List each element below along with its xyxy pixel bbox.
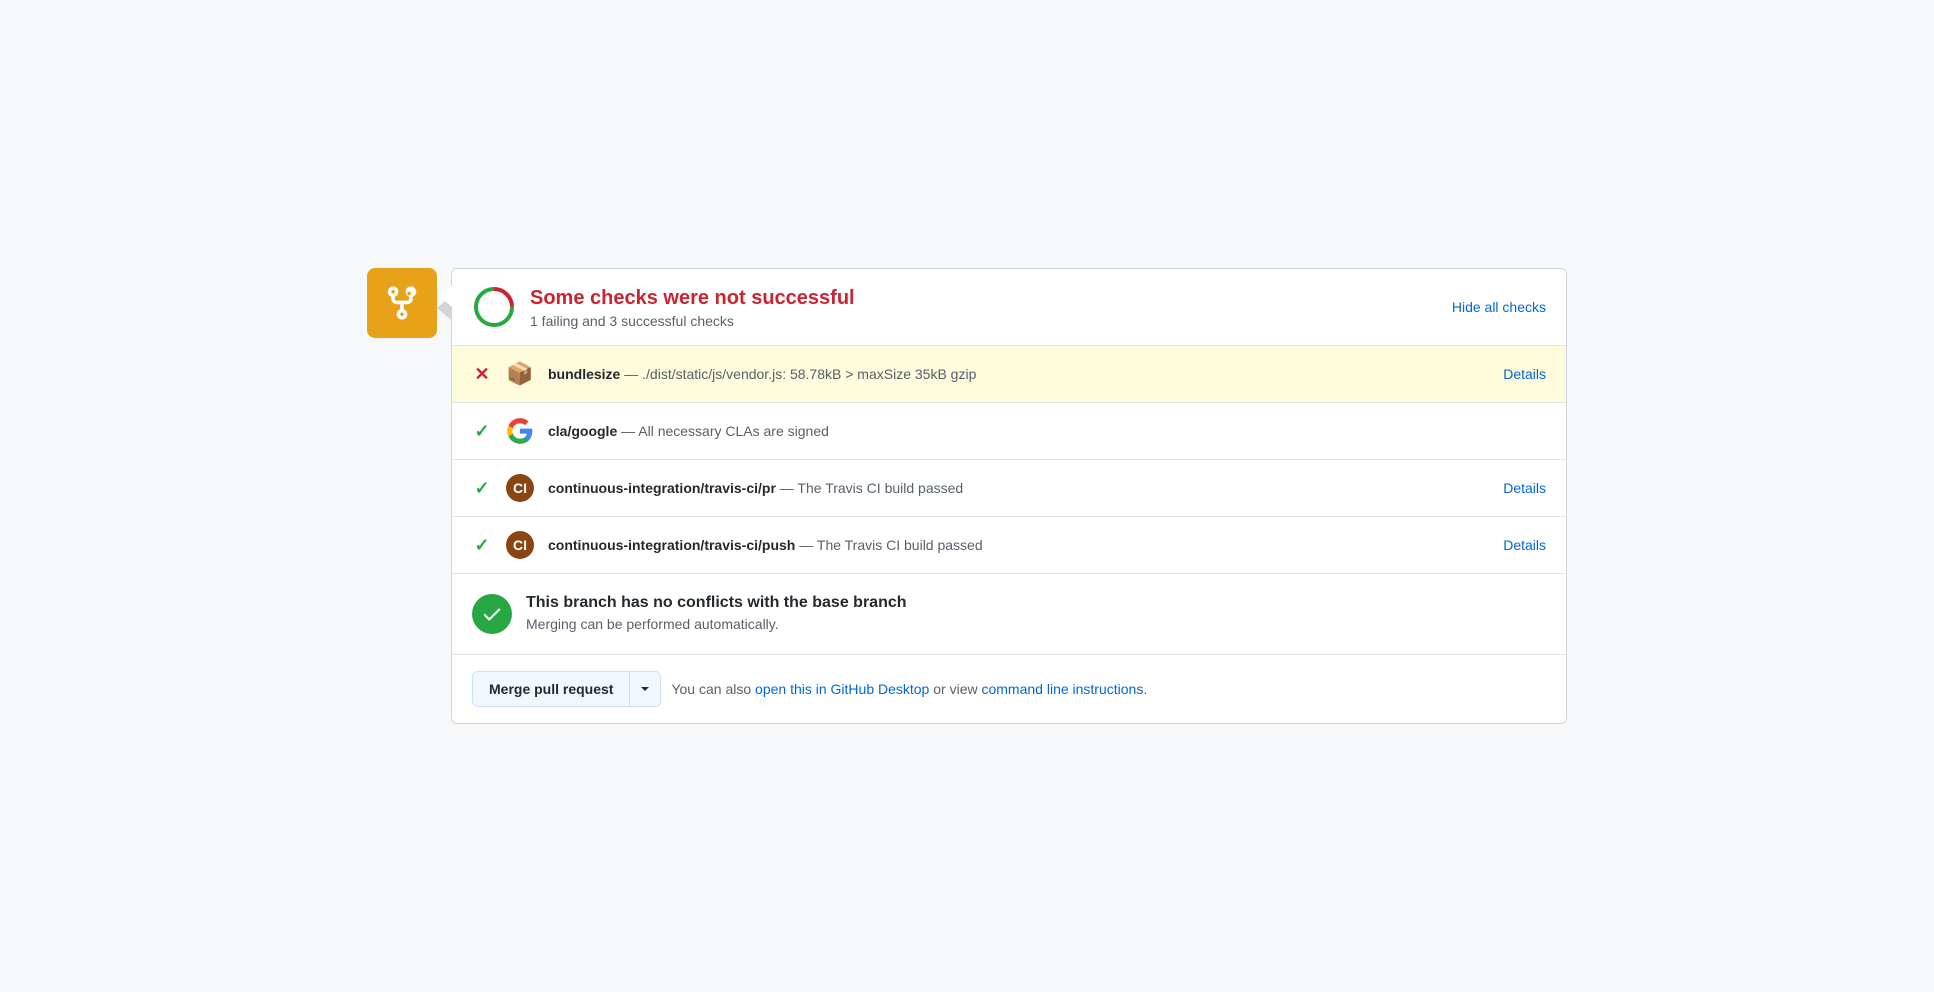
header-title: Some checks were not successful [530, 285, 855, 311]
travis-pr-icon: CI [506, 474, 534, 502]
google-g-icon [506, 417, 534, 445]
bundlesize-details-button[interactable]: Details [1503, 366, 1546, 382]
check-status-pass-icon-travis-push: ✓ [472, 535, 492, 556]
check-status-pass-icon-travis-pr: ✓ [472, 478, 492, 499]
check-status-fail-icon: ✕ [472, 364, 492, 385]
check-row-bundlesize: ✕ 📦 bundlesize — ./dist/static/js/vendor… [452, 346, 1566, 403]
merge-section: Merge pull request You can also open thi… [452, 655, 1566, 723]
green-check-circle [472, 594, 512, 634]
status-title: This branch has no conflicts with the ba… [526, 594, 907, 612]
check-desc-travis-push: — The Travis CI build passed [795, 537, 982, 553]
header-left: Some checks were not successful 1 failin… [472, 285, 855, 329]
check-name-travis-pr: continuous-integration/travis-ci/pr [548, 480, 776, 496]
check-row-travis-push: ✓ CI continuous-integration/travis-ci/pu… [452, 517, 1566, 574]
hide-all-checks-button[interactable]: Hide all checks [1452, 299, 1546, 315]
command-line-instructions-link[interactable]: command line instructions [981, 681, 1143, 697]
status-subtitle: Merging can be performed automatically. [526, 616, 907, 632]
svg-text:CI: CI [513, 537, 527, 553]
arrow-connector [437, 296, 451, 320]
header-subtitle: 1 failing and 3 successful checks [530, 313, 855, 329]
check-name-travis-push: continuous-integration/travis-ci/push [548, 537, 795, 553]
open-github-desktop-link[interactable]: open this in GitHub Desktop [755, 681, 929, 697]
chevron-down-icon [640, 684, 650, 694]
card-header: Some checks were not successful 1 failin… [452, 269, 1566, 346]
merge-icon-box [367, 268, 437, 338]
google-icon [506, 417, 534, 445]
check-desc-bundlesize: — ./dist/static/js/vendor.js: 58.78kB > … [620, 366, 976, 382]
check-status-pass-icon-google: ✓ [472, 421, 492, 442]
check-text-bundlesize: bundlesize — ./dist/static/js/vendor.js:… [548, 366, 1489, 382]
page-container: Some checks were not successful 1 failin… [367, 268, 1567, 724]
status-partial-circle-icon [472, 285, 516, 329]
svg-text:CI: CI [513, 480, 527, 496]
status-section: This branch has no conflicts with the ba… [452, 574, 1566, 655]
merge-pull-request-button[interactable]: Merge pull request [472, 671, 630, 707]
check-text-travis-push: continuous-integration/travis-ci/push — … [548, 537, 1489, 553]
merge-dropdown-button[interactable] [630, 671, 661, 707]
travis-push-details-button[interactable]: Details [1503, 537, 1546, 553]
check-text-travis-pr: continuous-integration/travis-ci/pr — Th… [548, 480, 1489, 496]
check-row-cla-google: ✓ cla/google — All necessary CLAs are si… [452, 403, 1566, 460]
merge-button-group: Merge pull request [472, 671, 661, 707]
green-check-icon [481, 603, 503, 625]
main-card: Some checks were not successful 1 failin… [451, 268, 1567, 724]
check-text-cla-google: cla/google — All necessary CLAs are sign… [548, 423, 1546, 439]
merge-svg-icon [383, 284, 421, 322]
check-desc-travis-pr: — The Travis CI build passed [776, 480, 963, 496]
merge-info-text: You can also open this in GitHub Desktop… [671, 681, 1147, 697]
check-name-bundlesize: bundlesize [548, 366, 620, 382]
check-row-travis-pr: ✓ CI continuous-integration/travis-ci/pr… [452, 460, 1566, 517]
checks-list: ✕ 📦 bundlesize — ./dist/static/js/vendor… [452, 346, 1566, 574]
check-name-cla-google: cla/google [548, 423, 617, 439]
travis-push-icon: CI [506, 531, 534, 559]
status-text: This branch has no conflicts with the ba… [526, 594, 907, 632]
check-desc-cla-google: — All necessary CLAs are signed [617, 423, 829, 439]
bundlesize-icon: 📦 [506, 360, 534, 388]
header-text: Some checks were not successful 1 failin… [530, 285, 855, 329]
travis-pr-details-button[interactable]: Details [1503, 480, 1546, 496]
